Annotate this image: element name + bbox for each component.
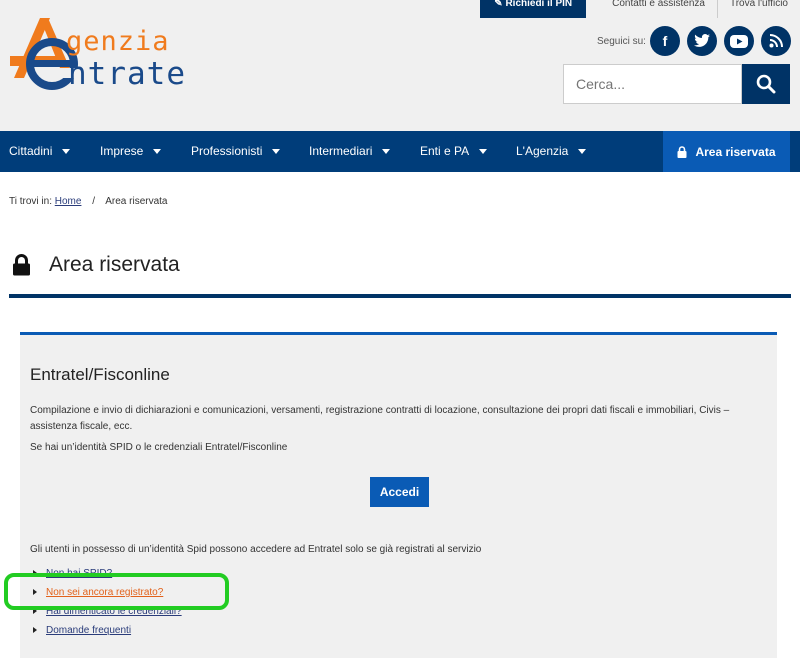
nav-item-agenzia[interactable]: L'Agenzia xyxy=(516,131,587,172)
area-riservata-button[interactable]: Area riservata xyxy=(663,131,790,172)
faq-link[interactable]: Domande frequenti xyxy=(46,625,131,636)
main-nav: Cittadini Imprese Professionisti Interme… xyxy=(0,131,800,172)
nav-item-intermediari[interactable]: Intermediari xyxy=(309,131,391,172)
title-divider xyxy=(9,294,791,298)
chevron-down-icon xyxy=(578,149,587,155)
list-item: Domande frequenti xyxy=(33,625,131,636)
nav-label: Enti e PA xyxy=(420,144,470,158)
chevron-down-icon xyxy=(153,149,162,155)
search-input[interactable] xyxy=(563,64,742,104)
social-label: Seguici su: xyxy=(597,36,646,47)
breadcrumb-home-link[interactable]: Home xyxy=(55,196,82,207)
nav-item-cittadini[interactable]: Cittadini xyxy=(9,131,71,172)
rss-icon[interactable] xyxy=(761,26,791,56)
top-links: ✎ Richiedi il PIN Contatti e assistenza … xyxy=(480,0,800,18)
area-riservata-label: Area riservata xyxy=(695,144,776,159)
card-spid-text: Se hai un’identità SPID o le credenziali… xyxy=(30,442,288,453)
logo-entrate-text: ntrate xyxy=(68,56,186,92)
card-description: Compilazione e invio di dichiarazioni e … xyxy=(30,405,730,432)
nav-label: L'Agenzia xyxy=(516,144,569,158)
nav-item-enti-pa[interactable]: Enti e PA xyxy=(420,131,488,172)
pin-request-button[interactable]: ✎ Richiedi il PIN xyxy=(480,0,587,18)
search-button[interactable] xyxy=(742,64,790,104)
facebook-icon[interactable]: f xyxy=(650,26,680,56)
nav-item-imprese[interactable]: Imprese xyxy=(100,131,162,172)
logo-agenzia-text: genzia xyxy=(66,26,170,57)
nav-label: Professionisti xyxy=(191,144,263,158)
office-link[interactable]: Trova l'ufficio xyxy=(716,0,800,18)
lock-icon xyxy=(677,145,687,158)
breadcrumb-current: Area riservata xyxy=(105,196,168,207)
breadcrumb-prefix: Ti trovi in: xyxy=(9,196,52,207)
highlight-annotation xyxy=(4,573,229,610)
breadcrumb: Ti trovi in: Home / Area riservata xyxy=(9,196,167,207)
twitter-icon[interactable] xyxy=(687,26,717,56)
bullet-arrow-icon xyxy=(33,627,37,634)
chevron-down-icon xyxy=(479,149,488,155)
chevron-down-icon xyxy=(62,149,71,155)
assistance-link[interactable]: Contatti e assistenza xyxy=(600,0,717,18)
chevron-down-icon xyxy=(272,149,281,155)
card-title: Entratel/Fisconline xyxy=(30,365,170,384)
page-title: Area riservata xyxy=(49,253,180,276)
nav-label: Intermediari xyxy=(309,144,373,158)
agenzia-entrate-logo[interactable]: genzia ntrate xyxy=(8,12,233,92)
nav-label: Imprese xyxy=(100,144,144,158)
lock-icon xyxy=(13,254,30,276)
nav-item-professionisti[interactable]: Professionisti xyxy=(191,131,281,172)
key-icon: ✎ xyxy=(494,0,506,9)
site-header: genzia ntrate ✎ Richiedi il PIN Contatti… xyxy=(0,0,800,131)
youtube-icon[interactable] xyxy=(724,26,754,56)
search-icon xyxy=(756,74,776,94)
breadcrumb-separator: / xyxy=(92,196,95,207)
card-note: Gli utenti in possesso di un’identità Sp… xyxy=(30,544,482,555)
pin-label: Richiedi il PIN xyxy=(505,0,573,9)
chevron-down-icon xyxy=(382,149,391,155)
accedi-button[interactable]: Accedi xyxy=(370,477,429,507)
nav-label: Cittadini xyxy=(9,144,53,158)
